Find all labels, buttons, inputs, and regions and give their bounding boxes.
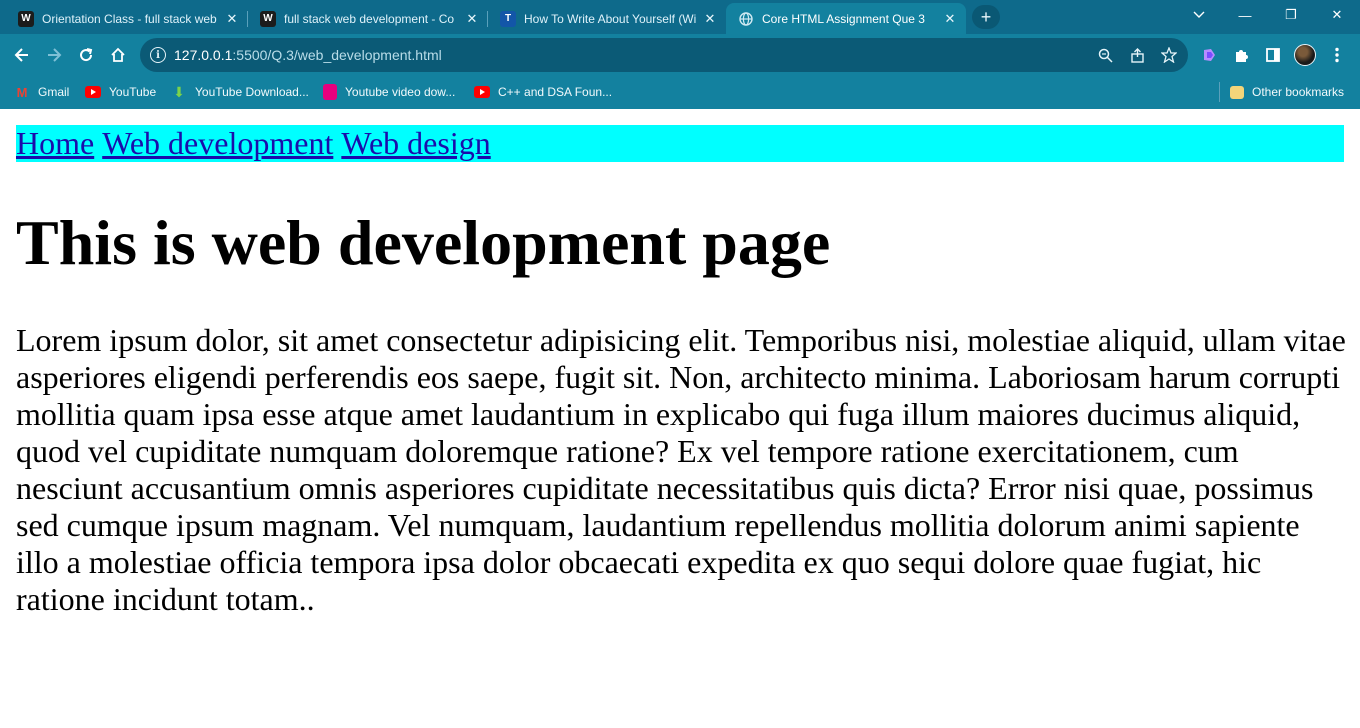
tab-title: full stack web development - Co xyxy=(284,11,455,26)
close-icon[interactable]: ✕ xyxy=(702,11,718,27)
nav-link-web-development[interactable]: Web development xyxy=(102,125,333,161)
tab-search-chevron-icon[interactable] xyxy=(1176,0,1222,30)
tab-how-to-write[interactable]: T How To Write About Yourself (Wi ✕ xyxy=(488,3,726,34)
zoom-icon[interactable] xyxy=(1096,46,1114,64)
bookmark-label: Youtube video dow... xyxy=(345,85,456,99)
folder-icon xyxy=(1230,85,1244,99)
globe-icon xyxy=(738,11,754,27)
bookmark-cpp-dsa[interactable]: C++ and DSA Foun... xyxy=(474,82,612,102)
wp-icon: W xyxy=(18,10,34,27)
nav-link-home[interactable]: Home xyxy=(16,125,94,161)
share-icon[interactable] xyxy=(1128,46,1146,64)
menu-kebab-icon[interactable] xyxy=(1326,44,1348,66)
bookmark-youtube-video-download[interactable]: Youtube video dow... xyxy=(323,82,455,102)
bookmark-label: YouTube xyxy=(109,85,157,99)
forward-button[interactable] xyxy=(40,41,68,69)
wp-icon: W xyxy=(260,10,276,27)
bookmarks-bar: M Gmail YouTube ⬇ YouTube Download... Yo… xyxy=(0,76,1360,109)
close-icon[interactable]: ✕ xyxy=(942,11,958,27)
close-icon[interactable]: ✕ xyxy=(464,11,480,27)
other-bookmarks-label: Other bookmarks xyxy=(1252,85,1345,99)
bookmark-youtube[interactable]: YouTube xyxy=(85,82,156,102)
url-host: 127.0.0.1 xyxy=(174,47,233,63)
url-path: :5500/Q.3/web_development.html xyxy=(232,47,442,63)
tab-core-html-active[interactable]: Core HTML Assignment Que 3 ✕ xyxy=(726,3,966,34)
side-panel-icon[interactable] xyxy=(1262,44,1284,66)
site-navbar: Home Web development Web design xyxy=(16,125,1344,162)
restore-button[interactable]: ❐ xyxy=(1268,0,1314,30)
bookmark-star-icon[interactable] xyxy=(1160,46,1178,64)
page-heading: This is web development page xyxy=(16,207,831,278)
reload-button[interactable] xyxy=(72,41,100,69)
address-url[interactable]: 127.0.0.1:5500/Q.3/web_development.html xyxy=(174,47,442,63)
youtube-video-download-icon xyxy=(323,84,337,100)
other-bookmarks[interactable]: Other bookmarks xyxy=(1230,82,1344,102)
bookmark-label: YouTube Download... xyxy=(195,85,309,99)
tab-strip: W Orientation Class - full stack web ✕ W… xyxy=(0,0,1360,34)
bookmarks-divider xyxy=(1219,82,1220,102)
extension-icon[interactable] xyxy=(1198,44,1220,66)
extensions-puzzle-icon[interactable] xyxy=(1230,44,1252,66)
home-button[interactable] xyxy=(104,41,132,69)
tab-title: Core HTML Assignment Que 3 xyxy=(762,11,925,26)
youtube-icon xyxy=(85,86,101,98)
tab-title: Orientation Class - full stack web xyxy=(42,11,217,26)
youtube-icon xyxy=(474,86,490,98)
bookmark-gmail[interactable]: M Gmail xyxy=(14,82,70,102)
back-button[interactable] xyxy=(8,41,36,69)
body-paragraph: Lorem ipsum dolor, sit amet consectetur … xyxy=(16,322,1346,617)
close-icon[interactable]: ✕ xyxy=(224,11,240,27)
close-window-button[interactable]: ✕ xyxy=(1314,0,1360,30)
browser-toolbar: i 127.0.0.1:5500/Q.3/web_development.htm… xyxy=(0,34,1360,76)
tab-title: How To Write About Yourself (Wi xyxy=(524,11,697,26)
tab-orientation-class[interactable]: W Orientation Class - full stack web ✕ xyxy=(6,3,248,34)
address-bar[interactable]: i 127.0.0.1:5500/Q.3/web_development.htm… xyxy=(140,38,1188,72)
site-info-icon[interactable]: i xyxy=(150,47,166,63)
tab-full-stack[interactable]: W full stack web development - Co ✕ xyxy=(248,3,488,34)
new-tab-button[interactable]: + xyxy=(972,5,1000,29)
bookmark-label: C++ and DSA Foun... xyxy=(498,85,613,99)
web-page: Home Web development Web design This is we… xyxy=(0,109,1360,728)
minimize-button[interactable]: — xyxy=(1222,0,1268,30)
t-icon: T xyxy=(500,10,516,27)
nav-link-web-design[interactable]: Web design xyxy=(341,125,490,161)
bookmark-label: Gmail xyxy=(38,85,70,99)
bookmark-youtube-download[interactable]: ⬇ YouTube Download... xyxy=(171,82,309,102)
download-icon: ⬇ xyxy=(173,83,185,100)
browser-chrome: W Orientation Class - full stack web ✕ W… xyxy=(0,0,1360,109)
gmail-icon: M xyxy=(16,84,28,100)
profile-avatar[interactable] xyxy=(1294,44,1316,66)
